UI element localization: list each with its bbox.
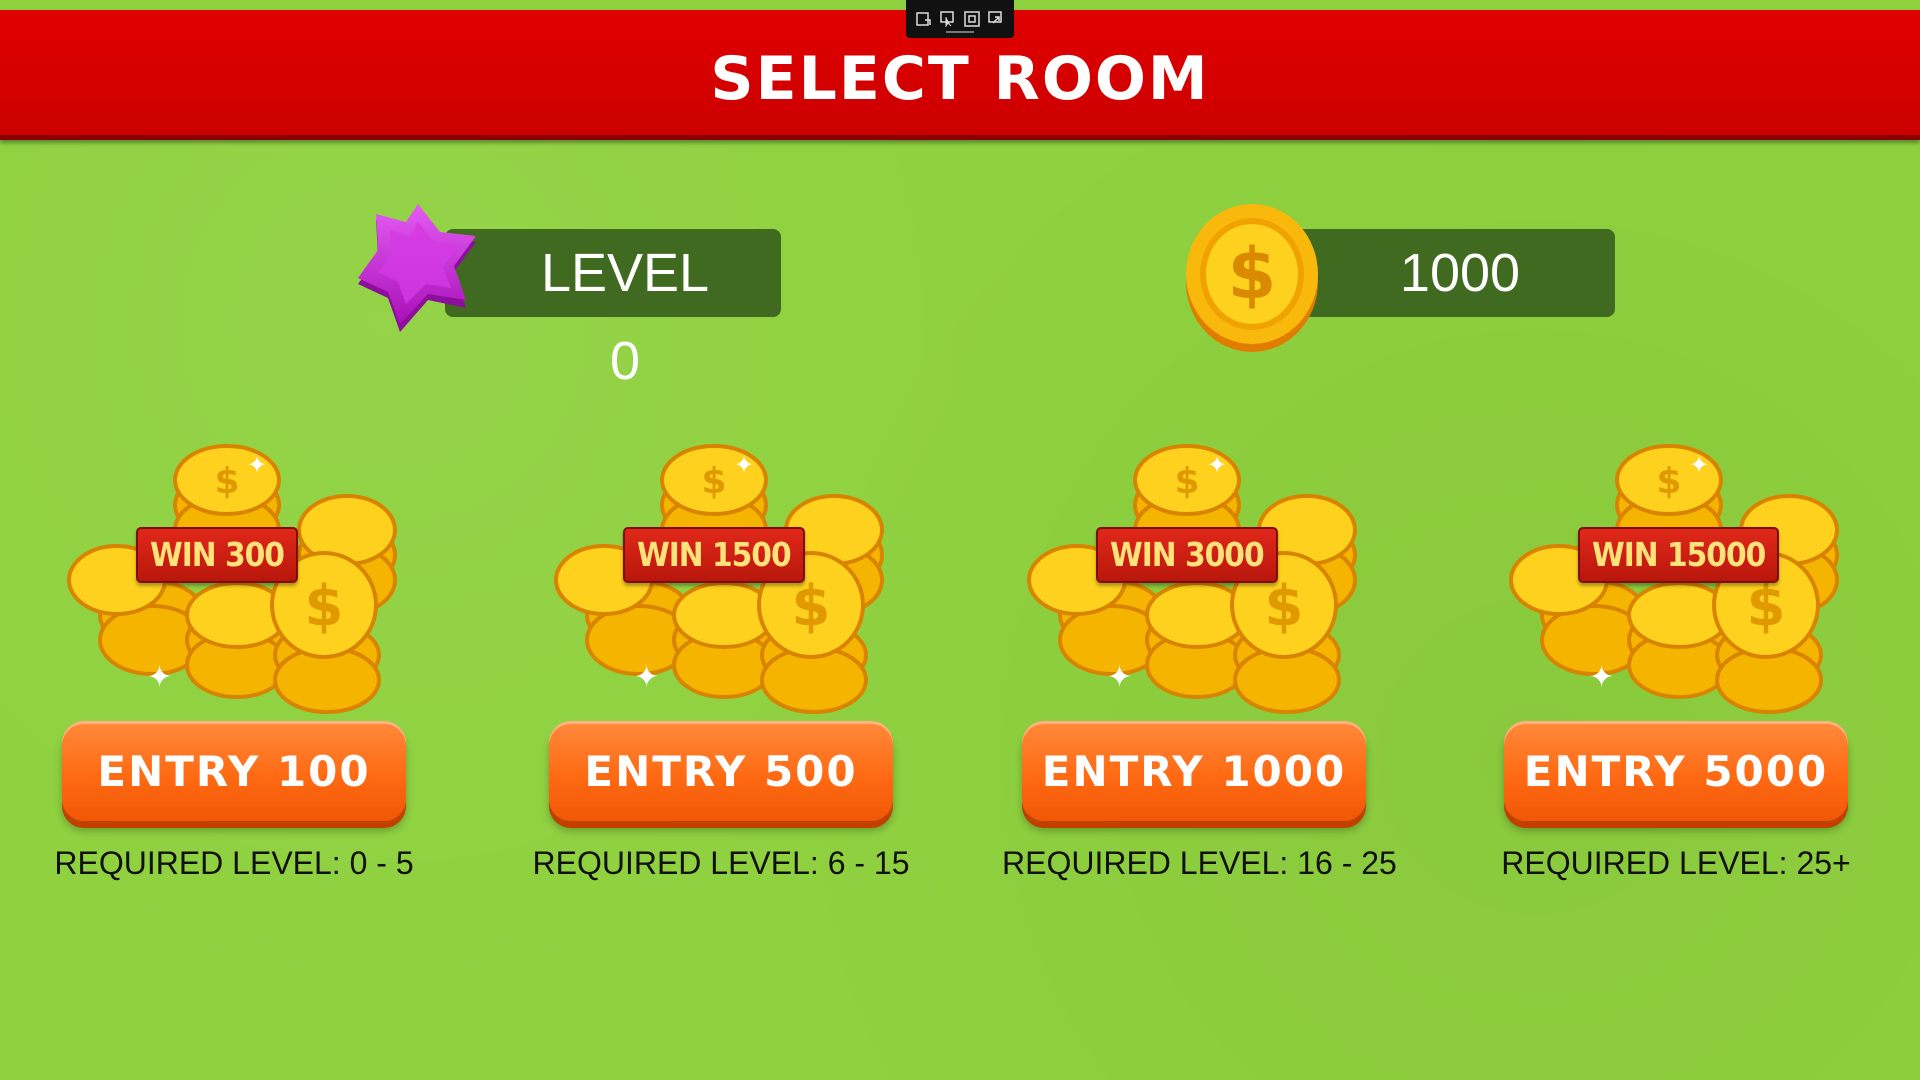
svg-text:$: $ bbox=[1265, 574, 1304, 639]
coin-balance: 1000 bbox=[1399, 243, 1521, 303]
svg-text:✦: ✦ bbox=[1589, 660, 1614, 695]
entry-100-button[interactable]: ENTRY 100 bbox=[62, 721, 406, 821]
page-title: SELECT ROOM bbox=[710, 44, 1210, 114]
svg-text:✦: ✦ bbox=[247, 451, 267, 479]
svg-text:$: $ bbox=[1228, 233, 1277, 315]
svg-text:✦: ✦ bbox=[1207, 451, 1227, 479]
entry-500-button[interactable]: ENTRY 500 bbox=[549, 721, 893, 821]
svg-text:$: $ bbox=[701, 461, 726, 502]
win-badge: WIN 1500 bbox=[623, 527, 805, 583]
required-level-label: REQUIRED LEVEL: 25+ bbox=[1501, 845, 1851, 881]
win-badge: WIN 15000 bbox=[1578, 527, 1780, 583]
svg-text:✦: ✦ bbox=[1107, 660, 1132, 695]
svg-text:✦: ✦ bbox=[634, 660, 659, 695]
star-badge-icon bbox=[358, 204, 476, 332]
required-level-label: REQUIRED LEVEL: 16 - 25 bbox=[1002, 845, 1397, 881]
svg-text:$: $ bbox=[305, 574, 344, 639]
toolbar-grip[interactable] bbox=[946, 31, 974, 33]
win-badge: WIN 3000 bbox=[1096, 527, 1278, 583]
room-card-2: $ $ ✦ ✦ WIN 1500 ENTRY 500 REQUIRED LEVE… bbox=[532, 425, 910, 905]
required-level-label: REQUIRED LEVEL: 6 - 15 bbox=[532, 845, 910, 881]
entry-1000-button[interactable]: ENTRY 1000 bbox=[1022, 721, 1366, 821]
capture-icon[interactable] bbox=[915, 10, 933, 28]
room-card-4: $ $ ✦ ✦ WIN 15000 ENTRY 5000 REQUIRED LE… bbox=[1501, 425, 1864, 905]
room-card-1: $ $ ✦ ✦ WIN 300 ENTRY 100 REQUIRED LEVEL… bbox=[54, 425, 422, 905]
exit-icon[interactable] bbox=[987, 10, 1005, 28]
svg-text:$: $ bbox=[792, 574, 831, 639]
frame-icon[interactable] bbox=[963, 10, 981, 28]
window-toolbar bbox=[906, 0, 1014, 38]
win-badge: WIN 300 bbox=[136, 527, 298, 583]
svg-text:$: $ bbox=[1656, 461, 1681, 502]
svg-text:$: $ bbox=[1174, 461, 1199, 502]
svg-text:$: $ bbox=[214, 461, 239, 502]
pointer-icon[interactable] bbox=[939, 10, 957, 28]
svg-text:✦: ✦ bbox=[1689, 451, 1709, 479]
level-label: LEVEL 0 bbox=[540, 243, 710, 391]
entry-5000-button[interactable]: ENTRY 5000 bbox=[1504, 721, 1848, 821]
dollar-coin-icon: $ bbox=[1186, 204, 1318, 352]
svg-text:✦: ✦ bbox=[734, 451, 754, 479]
svg-text:$: $ bbox=[1747, 574, 1786, 639]
room-card-3: $ $ ✦ ✦ WIN 3000 ENTRY 1000 REQUIRED LEV… bbox=[1002, 425, 1397, 905]
required-level-label: REQUIRED LEVEL: 0 - 5 bbox=[54, 845, 414, 881]
svg-text:✦: ✦ bbox=[147, 660, 172, 695]
